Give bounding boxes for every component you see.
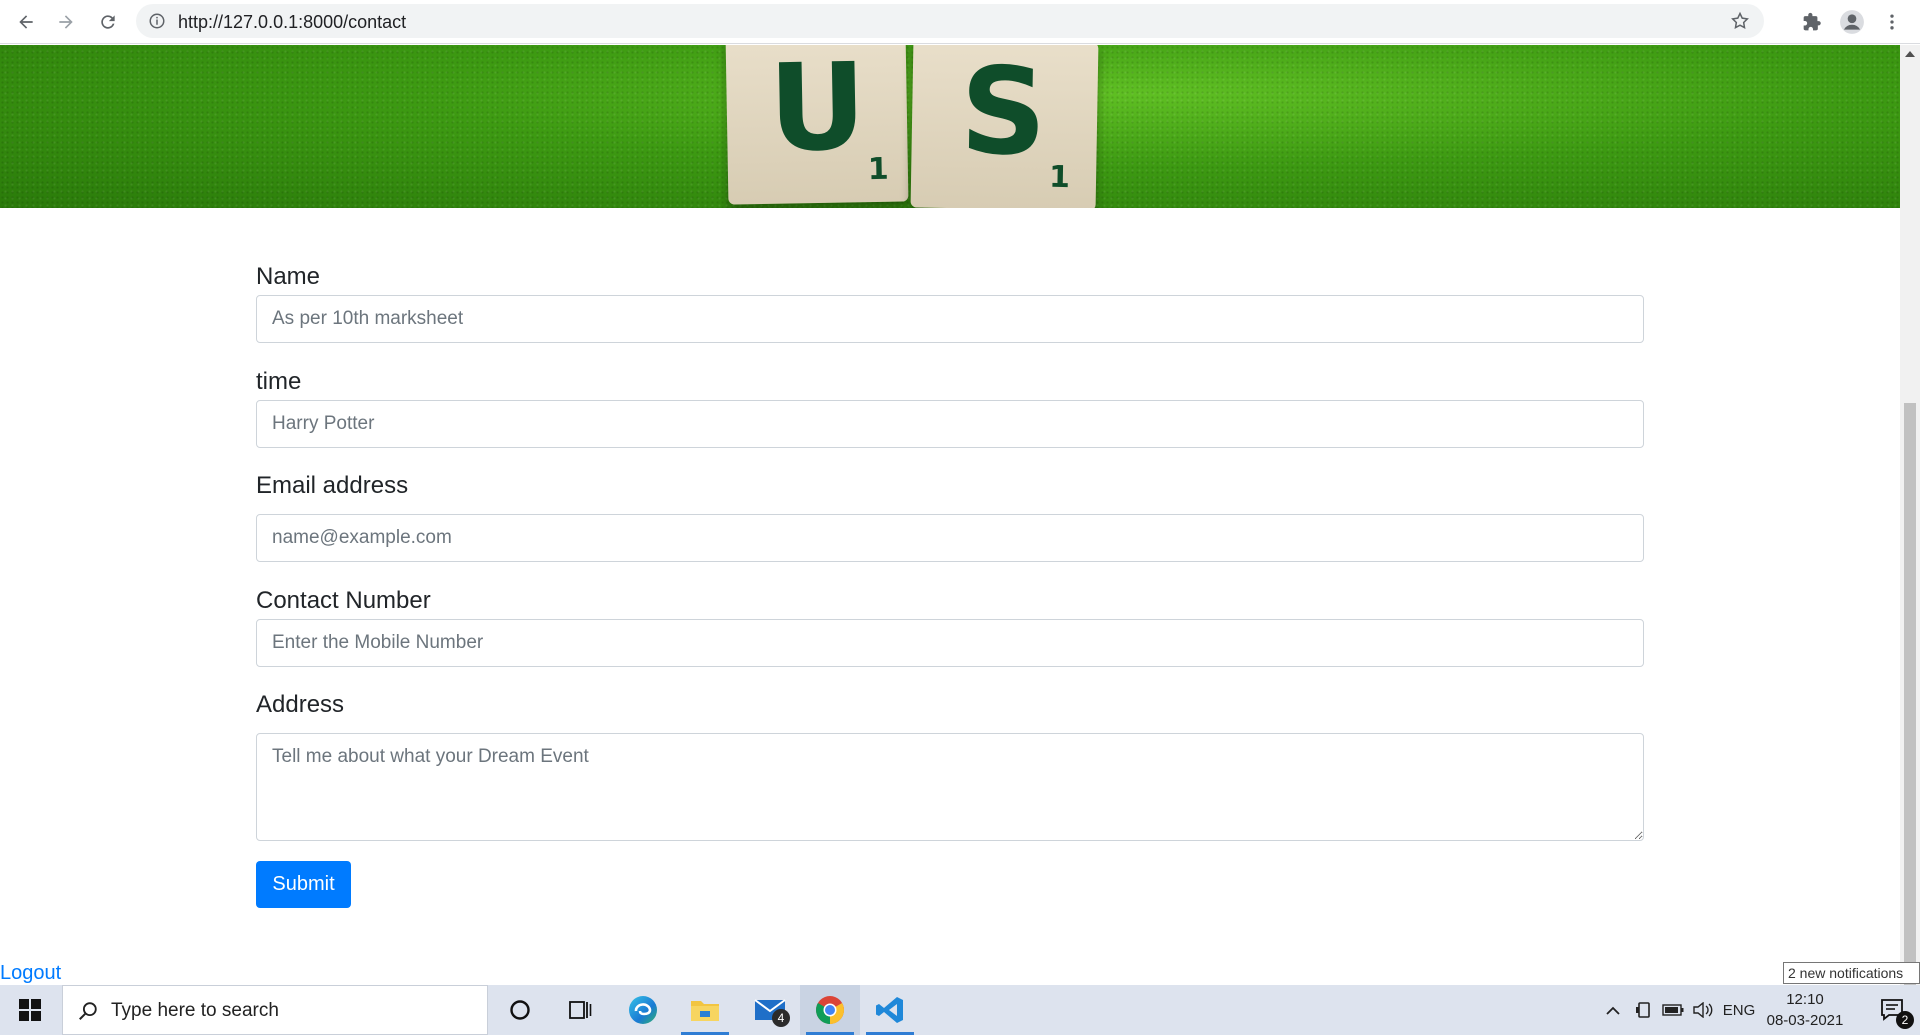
menu-button[interactable] xyxy=(1878,8,1906,36)
name-input[interactable] xyxy=(256,295,1644,343)
back-button[interactable] xyxy=(12,8,40,36)
folder-icon xyxy=(691,1001,719,1021)
taskbar-search-box[interactable]: Type here to search xyxy=(62,985,488,1035)
url-text[interactable]: http://127.0.0.1:8000/contact xyxy=(178,12,406,33)
chevron-up-icon xyxy=(1606,1006,1620,1015)
clock-time: 12:10 xyxy=(1786,991,1824,1008)
show-hidden-icons-button[interactable] xyxy=(1598,985,1628,1035)
scrollbar-thumb[interactable] xyxy=(1904,403,1916,985)
time-input[interactable] xyxy=(256,400,1644,448)
tile-points: 1 xyxy=(1048,159,1071,196)
time-label: time xyxy=(256,368,302,395)
submit-button[interactable]: Submit xyxy=(256,861,351,908)
language-indicator[interactable]: ENG xyxy=(1720,985,1758,1035)
device-icon xyxy=(1636,1002,1650,1018)
kebab-menu-icon xyxy=(1890,14,1894,30)
hero-banner-image: U 1 S 1 xyxy=(0,45,1900,208)
battery-icon xyxy=(1662,1004,1684,1016)
windows-taskbar: Type here to search 4 ENG 12:10 08-03-20… xyxy=(0,985,1920,1035)
notification-tooltip: 2 new notifications xyxy=(1783,962,1920,984)
bookmark-star-icon[interactable] xyxy=(1730,11,1750,31)
windows-logo-icon xyxy=(19,999,41,1021)
forward-arrow-icon xyxy=(59,15,73,29)
scroll-up-arrow-icon[interactable] xyxy=(1905,51,1915,57)
letter-tile-u: U 1 xyxy=(725,45,909,205)
vscode-app[interactable] xyxy=(860,985,920,1035)
vscode-icon xyxy=(876,997,903,1023)
reload-button[interactable] xyxy=(94,8,122,36)
address-textarea[interactable] xyxy=(256,733,1644,841)
name-label: Name xyxy=(256,263,321,290)
email-label: Email address xyxy=(256,472,409,499)
avatar-icon xyxy=(1840,10,1864,34)
action-center-button[interactable]: 2 xyxy=(1866,985,1920,1035)
email-input[interactable] xyxy=(256,514,1644,562)
file-explorer-app[interactable] xyxy=(675,985,735,1035)
cortana-button[interactable] xyxy=(490,985,550,1035)
mail-app[interactable]: 4 xyxy=(740,985,800,1035)
mail-unread-badge: 4 xyxy=(772,1009,790,1027)
clock-date: 08-03-2021 xyxy=(1766,1012,1844,1029)
edge-app[interactable] xyxy=(613,985,673,1035)
tile-points: 1 xyxy=(867,151,890,188)
info-icon[interactable] xyxy=(148,12,166,30)
address-label: Address xyxy=(256,691,345,718)
device-tray-button[interactable] xyxy=(1630,985,1658,1035)
profile-button[interactable] xyxy=(1838,8,1866,36)
forward-button[interactable] xyxy=(52,8,80,36)
extensions-button[interactable] xyxy=(1798,8,1826,36)
contact-number-label: Contact Number xyxy=(256,587,431,614)
search-icon xyxy=(79,1002,97,1020)
address-bar[interactable]: http://127.0.0.1:8000/contact xyxy=(136,4,1764,38)
back-arrow-icon xyxy=(19,15,33,29)
browser-toolbar: http://127.0.0.1:8000/contact xyxy=(0,0,1920,44)
system-clock[interactable]: 12:10 08-03-2021 xyxy=(1760,989,1850,1031)
tile-letter: S xyxy=(959,45,1048,183)
reload-icon xyxy=(101,15,115,29)
search-placeholder: Type here to search xyxy=(111,1000,279,1021)
letter-tile-s: S 1 xyxy=(910,45,1099,208)
page-scrollbar[interactable] xyxy=(1900,45,1920,985)
contact-number-input[interactable] xyxy=(256,619,1644,667)
puzzle-icon xyxy=(1803,12,1821,31)
start-button[interactable] xyxy=(0,985,60,1035)
cortana-circle-icon xyxy=(510,1000,530,1020)
chrome-app[interactable] xyxy=(800,985,860,1035)
task-view-button[interactable] xyxy=(550,985,610,1035)
edge-browser-icon xyxy=(629,996,657,1024)
logout-link[interactable]: Logout xyxy=(0,962,61,985)
volume-tray-button[interactable] xyxy=(1688,985,1718,1035)
battery-tray-button[interactable] xyxy=(1658,985,1688,1035)
speaker-icon xyxy=(1693,1002,1713,1018)
notification-count-badge: 2 xyxy=(1896,1011,1914,1029)
task-view-icon xyxy=(569,1001,592,1019)
tile-letter: U xyxy=(767,45,868,179)
chrome-browser-icon xyxy=(816,996,844,1024)
